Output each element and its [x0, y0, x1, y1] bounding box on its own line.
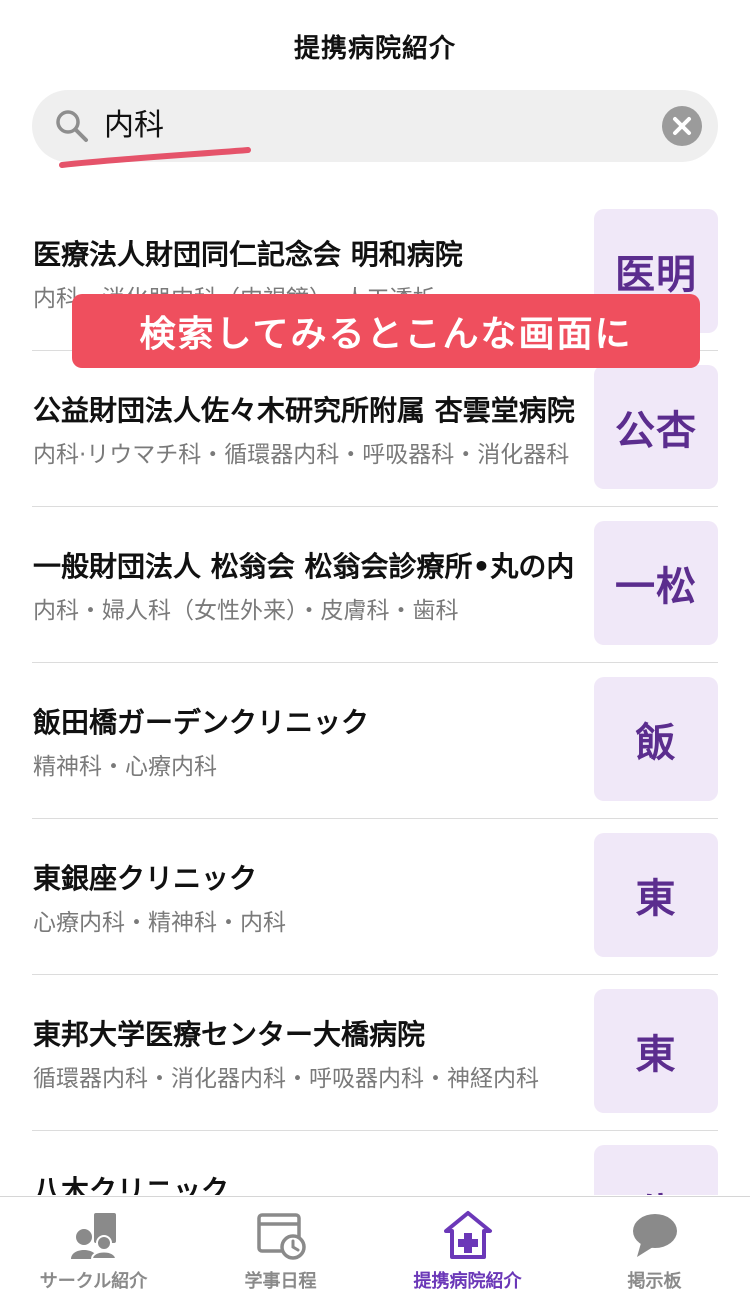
- hospital-name: 一般財団法人 松翁会 松翁会診療所•丸の内: [33, 550, 575, 583]
- calendar-clock-icon: [257, 1213, 306, 1260]
- hospital-name: 東銀座クリニック: [33, 862, 258, 895]
- hospital-icon: [444, 1211, 492, 1259]
- hospital-badge: 八: [594, 1145, 718, 1195]
- hospital-name: 八木クリニック: [33, 1174, 230, 1195]
- hospital-text: 一般財団法人 松翁会 松翁会診療所•丸の内 内科・婦人科（女性外来）・皮膚科・歯…: [33, 507, 578, 663]
- hospital-badge: 一松: [594, 521, 718, 645]
- hospital-departments: 循環器内科・消化器内科・呼吸器内科・神経内科: [33, 1066, 539, 1092]
- hospital-badge: 東: [594, 989, 718, 1113]
- hospital-text: 東銀座クリニック 心療内科・精神科・内科: [33, 819, 578, 975]
- tab-bulletin-board[interactable]: 掲示板: [561, 1197, 748, 1296]
- hospital-name: 公益財団法人佐々木研究所附属 杏雲堂病院: [33, 394, 575, 427]
- tab-label: 学事日程: [244, 1271, 317, 1292]
- search-icon: [56, 110, 88, 142]
- hospital-row[interactable]: 東邦大学医療センター大橋病院 循環器内科・消化器内科・呼吸器内科・神経内科 東: [0, 975, 750, 1131]
- app-screen: 提携病院紹介 内科 医療法人財団同仁記念会 明和病院 内科・消化器内科（内視鏡）…: [0, 0, 750, 1296]
- hospital-text: 東邦大学医療センター大橋病院 循環器内科・消化器内科・呼吸器内科・神経内科: [33, 975, 578, 1131]
- tab-label: 提携病院紹介: [413, 1271, 522, 1292]
- clear-icon: [673, 117, 691, 135]
- clear-search-button[interactable]: [662, 106, 702, 146]
- hospital-departments: 内科・婦人科（女性外来）・皮膚科・歯科: [33, 598, 459, 624]
- tab-academic-schedule[interactable]: 学事日程: [187, 1197, 374, 1296]
- hospital-row[interactable]: 公益財団法人佐々木研究所附属 杏雲堂病院 内科·リウマチ科・循環器内科・呼吸器科…: [0, 351, 750, 507]
- hospital-badge: 東: [594, 833, 718, 957]
- hospital-row[interactable]: 一般財団法人 松翁会 松翁会診療所•丸の内 内科・婦人科（女性外来）・皮膚科・歯…: [0, 507, 750, 663]
- nav-header: 提携病院紹介: [0, 0, 750, 92]
- highlight-underline: [59, 147, 251, 168]
- hospital-departments: 内科·リウマチ科・循環器内科・呼吸器科・消化器科: [33, 442, 570, 468]
- hospital-departments: 心療内科・精神科・内科: [33, 910, 286, 936]
- hospital-badge: 公杏: [594, 365, 718, 489]
- tab-bar: サークル紹介 学事日程 提携病院紹介 掲示板: [0, 1196, 750, 1296]
- page-title: 提携病院紹介: [293, 33, 456, 64]
- circle-members-icon: [71, 1213, 118, 1260]
- tab-label: サークル紹介: [39, 1271, 148, 1292]
- hospital-badge: 飯: [594, 677, 718, 801]
- annotation-banner: 検索してみるとこんな画面に: [72, 294, 700, 368]
- tab-partner-hospitals[interactable]: 提携病院紹介: [374, 1197, 561, 1296]
- hospital-name: 医療法人財団同仁記念会 明和病院: [33, 238, 463, 271]
- hospital-text: 八木クリニック: [33, 1131, 578, 1195]
- tab-label: 掲示板: [627, 1271, 682, 1292]
- hospital-name: 飯田橋ガーデンクリニック: [33, 706, 370, 739]
- hospital-departments: 精神科・心療内科: [33, 754, 217, 780]
- hospital-text: 飯田橋ガーデンクリニック 精神科・心療内科: [33, 663, 578, 819]
- tab-circle-intro[interactable]: サークル紹介: [0, 1197, 187, 1296]
- hospital-row[interactable]: 八木クリニック 八: [0, 1131, 750, 1195]
- hospital-row[interactable]: 東銀座クリニック 心療内科・精神科・内科 東: [0, 819, 750, 975]
- hospital-row[interactable]: 飯田橋ガーデンクリニック 精神科・心療内科 飯: [0, 663, 750, 819]
- hospital-text: 公益財団法人佐々木研究所附属 杏雲堂病院 内科·リウマチ科・循環器内科・呼吸器科…: [33, 351, 578, 507]
- chat-bubble-icon: [633, 1214, 677, 1257]
- hospital-name: 東邦大学医療センター大橋病院: [33, 1018, 426, 1051]
